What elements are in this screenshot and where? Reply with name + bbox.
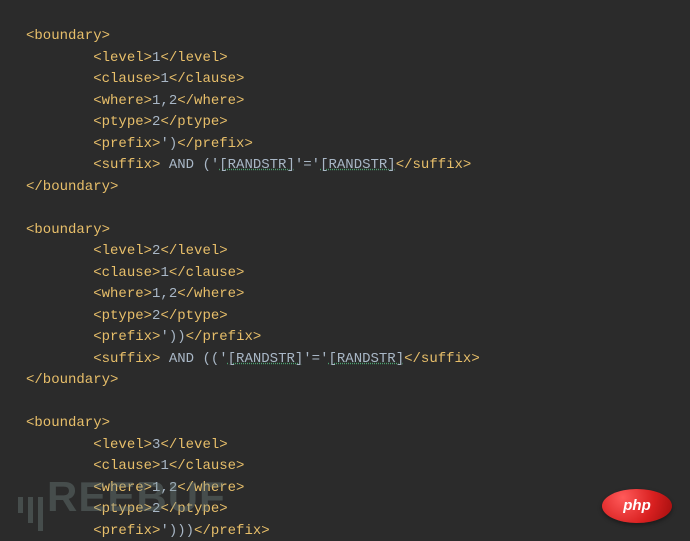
code-line: <where>1,2</where>: [26, 284, 690, 306]
code-line: <prefix>'))</prefix>: [26, 327, 690, 349]
code-line: <level>3</level>: [26, 435, 690, 457]
code-line: <suffix> AND (('[RANDSTR]'='[RANDSTR]</s…: [26, 349, 690, 371]
code-line: <suffix> AND ('[RANDSTR]'='[RANDSTR]</su…: [26, 155, 690, 177]
code-line: <where>1,2</where>: [26, 91, 690, 113]
code-line: <boundary>: [26, 26, 690, 48]
code-line: <level>2</level>: [26, 241, 690, 263]
code-line: </boundary>: [26, 370, 690, 392]
code-line: <ptype>2</ptype>: [26, 112, 690, 134]
code-line: <clause>1</clause>: [26, 69, 690, 91]
code-line: <clause>1</clause>: [26, 263, 690, 285]
code-line: </boundary>: [26, 177, 690, 199]
code-line: <clause>1</clause>: [26, 456, 690, 478]
code-line: <prefix>')</prefix>: [26, 134, 690, 156]
code-line: <where>1,2</where>: [26, 478, 690, 500]
code-line: <boundary>: [26, 220, 690, 242]
code-block: <boundary> <level>1</level> <clause>1</c…: [0, 14, 690, 541]
code-line: <ptype>2</ptype>: [26, 499, 690, 521]
code-blank-line: [26, 392, 690, 414]
code-line: <level>1</level>: [26, 48, 690, 70]
code-line: <boundary>: [26, 413, 690, 435]
code-blank-line: [26, 198, 690, 220]
code-line: <ptype>2</ptype>: [26, 306, 690, 328]
code-line: <prefix>')))</prefix>: [26, 521, 690, 541]
